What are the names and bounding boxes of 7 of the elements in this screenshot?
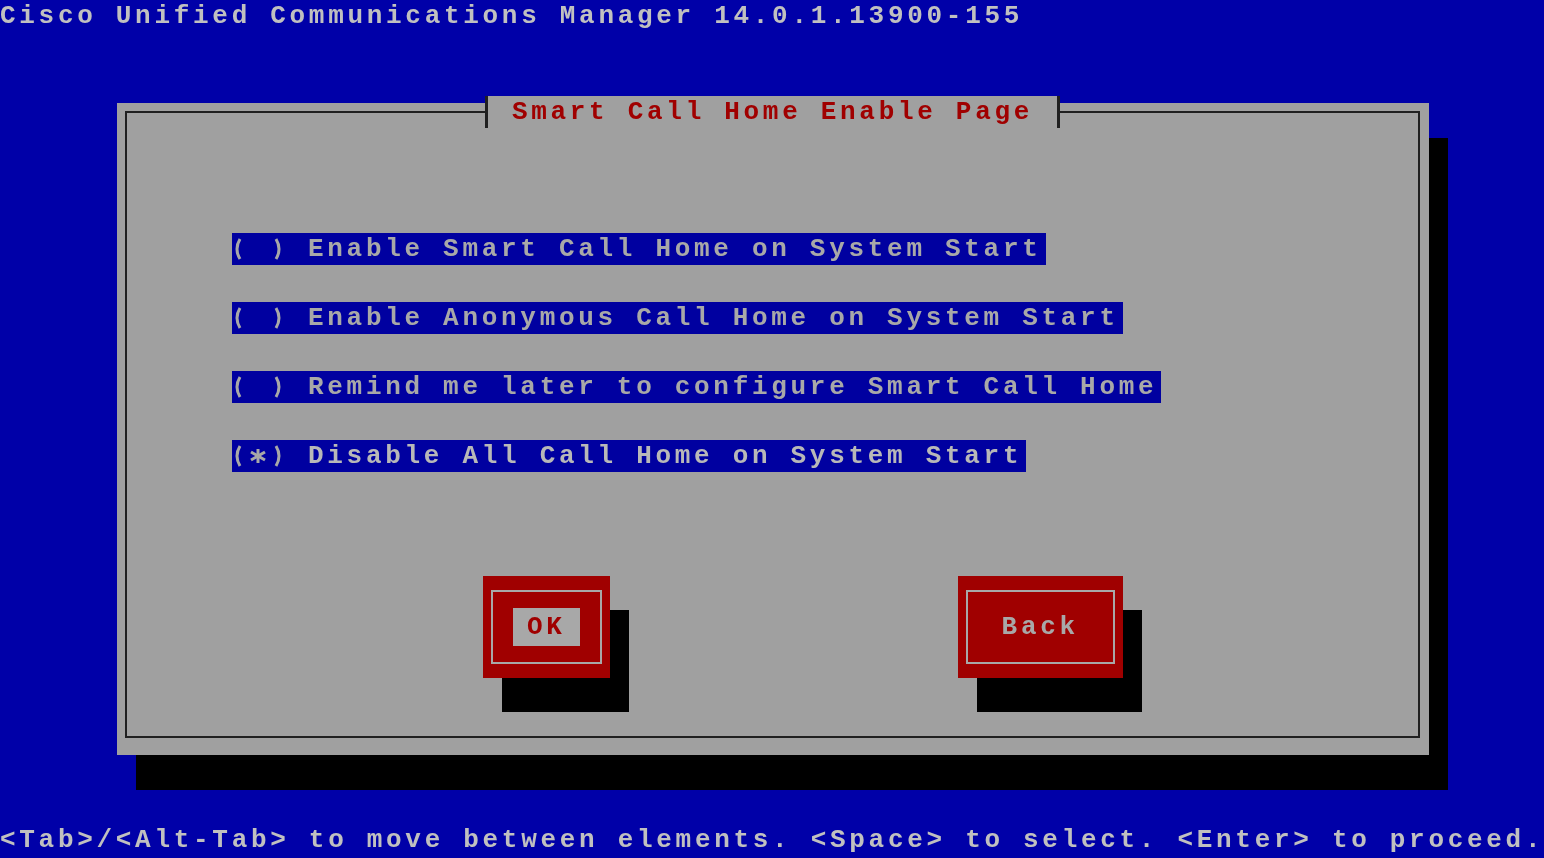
radio-option[interactable]: Remind me later to configure Smart Call Home xyxy=(232,371,1162,403)
radio-option[interactable]: Disable All Call Home on System Start xyxy=(232,440,1027,472)
dialog-title: Smart Call Home Enable Page xyxy=(484,96,1061,128)
radio-option[interactable]: Enable Smart Call Home on System Start xyxy=(232,233,1046,265)
radio-option[interactable]: Enable Anonymous Call Home on System Start xyxy=(232,302,1123,334)
app-title: Cisco Unified Communications Manager 14.0.1.13900-155 xyxy=(0,0,1024,32)
status-hint: <Tab>/<Alt-Tab> to move between elements. <Space> to select. <Enter> to proceed. xyxy=(0,824,1544,856)
